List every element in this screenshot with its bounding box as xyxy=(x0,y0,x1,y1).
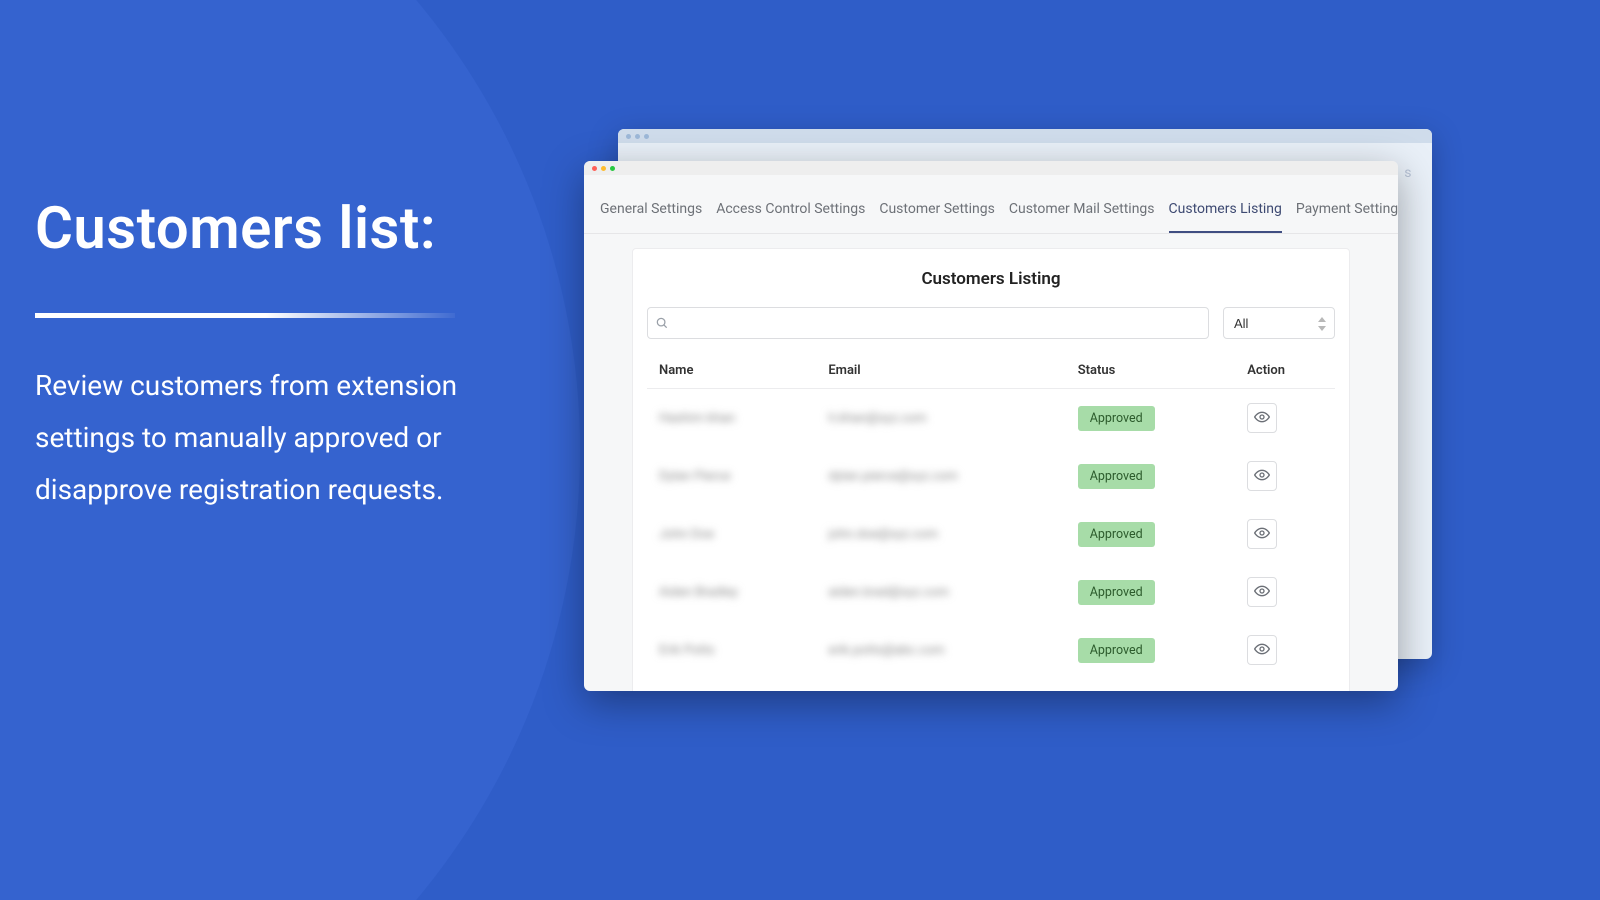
eye-icon xyxy=(1254,583,1270,602)
promo-panel: Customers list: Review customers from ex… xyxy=(35,195,555,515)
table-row: John Doe john.doe@xyz.com Approved xyxy=(647,505,1335,563)
customer-email: dylan.pierce@xyz.com xyxy=(828,469,957,484)
customer-email: h.khan@xyz.com xyxy=(828,411,926,426)
status-badge: Approved xyxy=(1078,580,1155,605)
customer-email: aiden.brad@xyz.com xyxy=(828,585,949,600)
view-button[interactable] xyxy=(1247,635,1277,665)
status-badge: Approved xyxy=(1078,522,1155,547)
customer-name: John Doe xyxy=(659,527,714,542)
search-icon xyxy=(655,315,669,334)
col-header-status: Status xyxy=(1066,353,1236,389)
tab-access-control-settings[interactable]: Access Control Settings xyxy=(716,201,865,233)
traffic-light-dot xyxy=(626,134,631,139)
promo-title: Customers list: xyxy=(35,195,555,263)
status-filter-wrap: All xyxy=(1223,307,1335,339)
app-window: General Settings Access Control Settings C… xyxy=(584,161,1398,691)
customer-email: erik.potts@abc.com xyxy=(828,643,944,658)
customer-name: Aiden Bradley xyxy=(659,585,738,600)
status-badge: Approved xyxy=(1078,638,1155,663)
view-button[interactable] xyxy=(1247,577,1277,607)
eye-icon xyxy=(1254,525,1270,544)
table-row: Erik Potts erik.potts@abc.com Approved xyxy=(647,621,1335,679)
promo-body: Review customers from extension settings… xyxy=(35,360,555,515)
minimize-dot-icon[interactable] xyxy=(601,166,606,171)
eye-icon xyxy=(1254,641,1270,660)
customers-table: Name Email Status Action Hashim khan h.kh… xyxy=(647,353,1335,679)
col-header-name: Name xyxy=(647,353,816,389)
close-dot-icon[interactable] xyxy=(592,166,597,171)
tab-customer-settings[interactable]: Customer Settings xyxy=(879,201,995,233)
view-button[interactable] xyxy=(1247,403,1277,433)
view-button[interactable] xyxy=(1247,461,1277,491)
col-header-email: Email xyxy=(816,353,1065,389)
filter-row: All xyxy=(647,307,1335,339)
eye-icon xyxy=(1254,409,1270,428)
settings-tabs: General Settings Access Control Settings C… xyxy=(584,175,1398,234)
window-titlebar xyxy=(584,161,1398,175)
status-badge: Approved xyxy=(1078,406,1155,431)
tab-payment-settings[interactable]: Payment Settings xyxy=(1296,201,1398,233)
customer-name: Hashim khan xyxy=(659,411,735,426)
tab-general-settings[interactable]: General Settings xyxy=(600,201,702,233)
search-input[interactable] xyxy=(647,307,1209,339)
tab-customers-listing[interactable]: Customers Listing xyxy=(1169,201,1282,233)
maximize-dot-icon[interactable] xyxy=(610,166,615,171)
divider xyxy=(35,313,455,318)
table-header-row: Name Email Status Action xyxy=(647,353,1335,389)
table-row: Hashim khan h.khan@xyz.com Approved xyxy=(647,389,1335,448)
traffic-light-dot xyxy=(644,134,649,139)
status-badge: Approved xyxy=(1078,464,1155,489)
col-header-action: Action xyxy=(1235,353,1335,389)
eye-icon xyxy=(1254,467,1270,486)
customer-email: john.doe@xyz.com xyxy=(828,527,938,542)
back-window-hidden-tab: s xyxy=(1404,165,1412,181)
traffic-light-dot xyxy=(635,134,640,139)
tab-customer-mail-settings[interactable]: Customer Mail Settings xyxy=(1009,201,1155,233)
view-button[interactable] xyxy=(1247,519,1277,549)
customer-name: Erik Potts xyxy=(659,643,715,658)
back-window-titlebar xyxy=(618,129,1432,143)
customers-listing-card: Customers Listing All xyxy=(632,248,1350,691)
table-row: Dylan Pierce dylan.pierce@xyz.com Approved xyxy=(647,447,1335,505)
status-filter-select[interactable]: All xyxy=(1223,307,1335,339)
customer-name: Dylan Pierce xyxy=(659,469,731,484)
card-title: Customers Listing xyxy=(647,269,1335,289)
search-wrap xyxy=(647,307,1209,339)
table-row: Aiden Bradley aiden.brad@xyz.com Approved xyxy=(647,563,1335,621)
